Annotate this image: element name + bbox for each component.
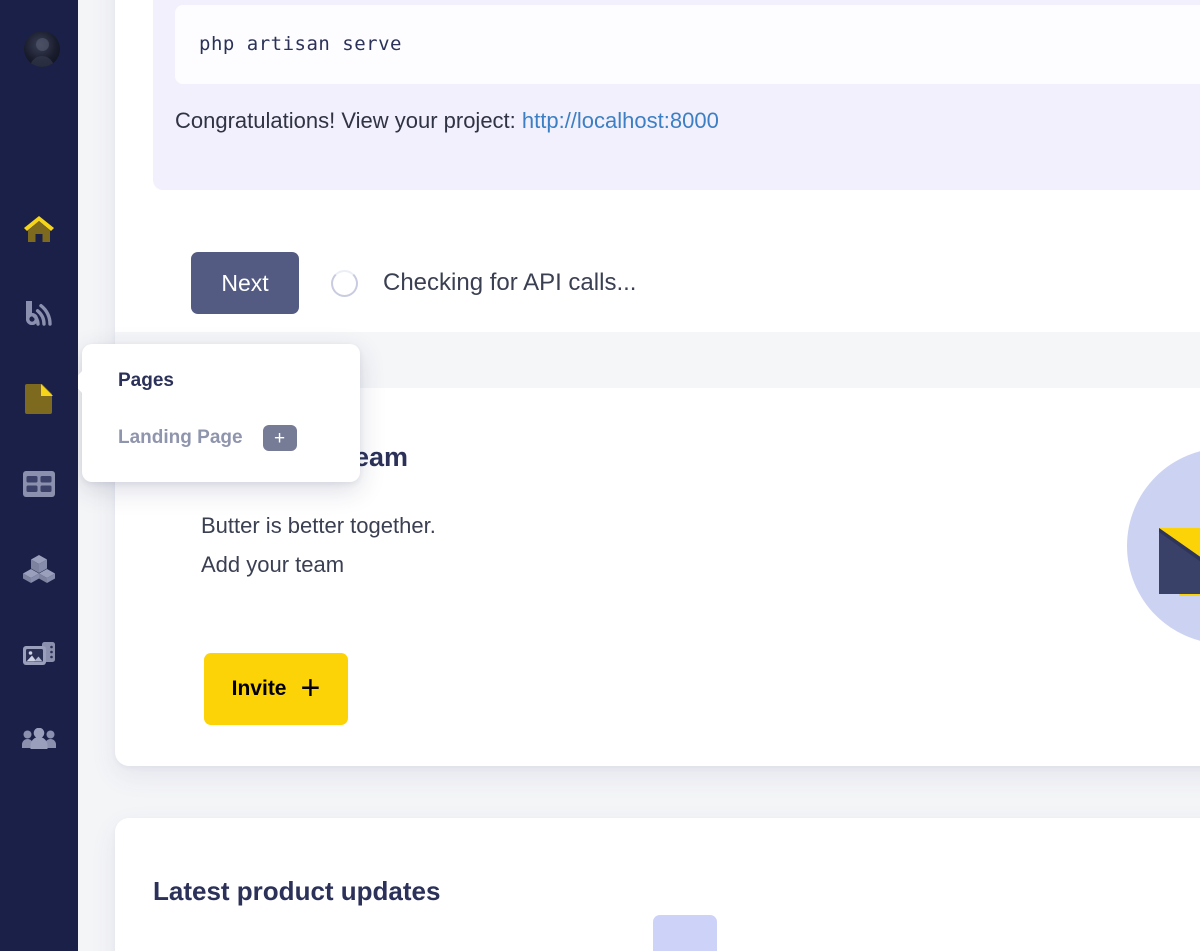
popover-item-label: Landing Page — [118, 427, 243, 448]
sidebar-nav — [0, 186, 78, 781]
avatar[interactable] — [24, 31, 60, 67]
sidebar-item-components[interactable] — [0, 526, 78, 611]
popover-title: Pages — [118, 370, 174, 391]
sidebar-item-team[interactable] — [0, 696, 78, 781]
invite-button[interactable]: Invite + — [204, 653, 348, 725]
code-command-text: php artisan serve — [199, 33, 402, 55]
updates-title: Latest product updates — [153, 876, 441, 906]
pages-icon — [24, 382, 54, 416]
update-thumbnail-placeholder[interactable] — [653, 915, 717, 951]
collections-icon — [22, 470, 56, 498]
invite-button-label: Invite — [231, 677, 287, 700]
popover-item-landing-page[interactable]: Landing Page + — [118, 425, 297, 451]
sidebar-item-pages[interactable] — [0, 356, 78, 441]
add-page-button[interactable]: + — [262, 425, 297, 451]
next-button[interactable]: Next — [191, 252, 299, 314]
avatar-head — [35, 38, 49, 52]
home-icon — [23, 214, 55, 244]
sidebar — [0, 0, 78, 951]
team-icon — [22, 727, 56, 750]
code-block[interactable]: php artisan serve — [175, 5, 1200, 84]
status-text: Checking for API calls... — [383, 269, 637, 296]
avatar-body — [30, 56, 54, 67]
envelope-illustration — [1127, 448, 1200, 644]
media-icon — [22, 640, 56, 668]
envelope-graphic — [1159, 528, 1200, 596]
app-root: php artisan serve Congratulations! View … — [0, 0, 1200, 951]
blog-icon — [23, 298, 55, 329]
sidebar-item-home[interactable] — [0, 186, 78, 271]
sidebar-item-blog[interactable] — [0, 271, 78, 356]
congratulations-text: Congratulations! View your project: http… — [175, 108, 719, 134]
loading-spinner — [331, 269, 358, 297]
congratulations-prefix: Congratulations! View your project: — [175, 108, 522, 133]
updates-card: Latest product updates — [115, 818, 1200, 951]
components-icon — [22, 554, 56, 584]
setup-actions-row: Next Checking for API calls... — [191, 252, 636, 314]
pages-popover: Pages Landing Page + — [72, 344, 360, 482]
sidebar-item-media[interactable] — [0, 611, 78, 696]
sidebar-item-collections[interactable] — [0, 441, 78, 526]
setup-panel: php artisan serve Congratulations! View … — [153, 0, 1200, 190]
invite-description-line-2: Add your team — [201, 552, 345, 577]
project-url-link[interactable]: http://localhost:8000 — [522, 108, 719, 133]
invite-description-line-1: Butter is better together. — [201, 513, 436, 538]
